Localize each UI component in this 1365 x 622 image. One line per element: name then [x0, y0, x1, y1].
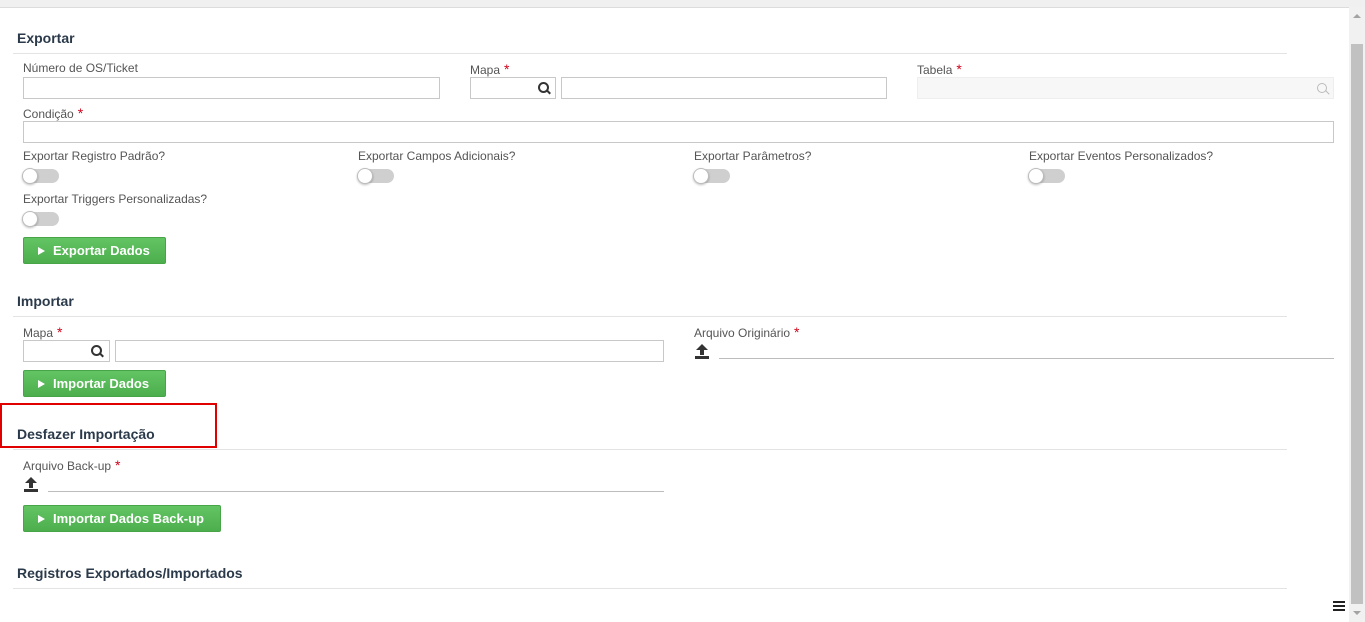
arquivo-backup-label: Arquivo Back-up * [23, 457, 121, 473]
toggle-label-eventos-personalizados: Exportar Eventos Personalizados? [1029, 149, 1214, 163]
undo-import-divider [13, 449, 1287, 450]
hamburger-menu-icon[interactable] [1333, 601, 1345, 611]
records-divider [13, 588, 1287, 589]
arquivo-originario-field[interactable] [719, 358, 1334, 359]
import-backup-button[interactable]: Importar Dados Back-up [23, 505, 221, 532]
upload-icon[interactable] [695, 344, 709, 360]
search-icon[interactable] [1317, 83, 1329, 95]
export-mapa-label: Mapa * [470, 61, 510, 77]
export-section-title: Exportar [17, 30, 75, 46]
export-data-button[interactable]: Exportar Dados [23, 237, 166, 264]
tabela-label: Tabela * [917, 61, 962, 77]
toggle-label-campos-adicionais: Exportar Campos Adicionais? [358, 149, 516, 163]
scroll-up-arrow[interactable] [1349, 7, 1365, 24]
search-icon[interactable] [91, 345, 103, 357]
toggle-label-parametros: Exportar Parâmetros? [694, 149, 812, 163]
import-mapa-code-input[interactable] [23, 340, 110, 362]
toggle-label-registro-padrao: Exportar Registro Padrão? [23, 149, 166, 163]
browser-top-bar [0, 0, 1365, 8]
import-mapa-description-input[interactable] [115, 340, 664, 362]
play-icon [38, 246, 45, 255]
import-section-title: Importar [17, 293, 74, 309]
toggle-registro-padrao[interactable] [22, 168, 59, 184]
toggle-label-triggers-personalizadas: Exportar Triggers Personalizadas? [23, 192, 208, 206]
tabela-input[interactable] [917, 77, 1334, 99]
import-mapa-label: Mapa * [23, 324, 63, 340]
arquivo-originario-label: Arquivo Originário * [694, 324, 800, 340]
toggle-campos-adicionais[interactable] [357, 168, 394, 184]
os-ticket-input[interactable] [23, 77, 440, 99]
search-icon[interactable] [538, 82, 550, 94]
toggle-triggers-personalizadas[interactable] [22, 211, 59, 227]
upload-icon[interactable] [24, 477, 38, 493]
play-icon [38, 379, 45, 388]
import-divider [13, 316, 1287, 317]
condicao-input[interactable] [23, 121, 1334, 143]
undo-import-section-title: Desfazer Importação [17, 426, 155, 442]
arquivo-backup-field[interactable] [48, 491, 664, 492]
play-icon [38, 514, 45, 523]
import-data-button[interactable]: Importar Dados [23, 370, 166, 397]
records-section-title: Registros Exportados/Importados [17, 565, 243, 581]
condicao-label: Condição * [23, 105, 84, 121]
scrollbar-thumb[interactable] [1351, 44, 1363, 604]
os-ticket-label: Número de OS/Ticket [23, 61, 138, 75]
toggle-parametros[interactable] [693, 168, 730, 184]
export-mapa-description-input[interactable] [561, 77, 887, 99]
toggle-eventos-personalizados[interactable] [1028, 168, 1065, 184]
scroll-down-arrow[interactable] [1349, 606, 1365, 622]
export-mapa-code-input[interactable] [470, 77, 556, 99]
export-divider [13, 53, 1287, 54]
